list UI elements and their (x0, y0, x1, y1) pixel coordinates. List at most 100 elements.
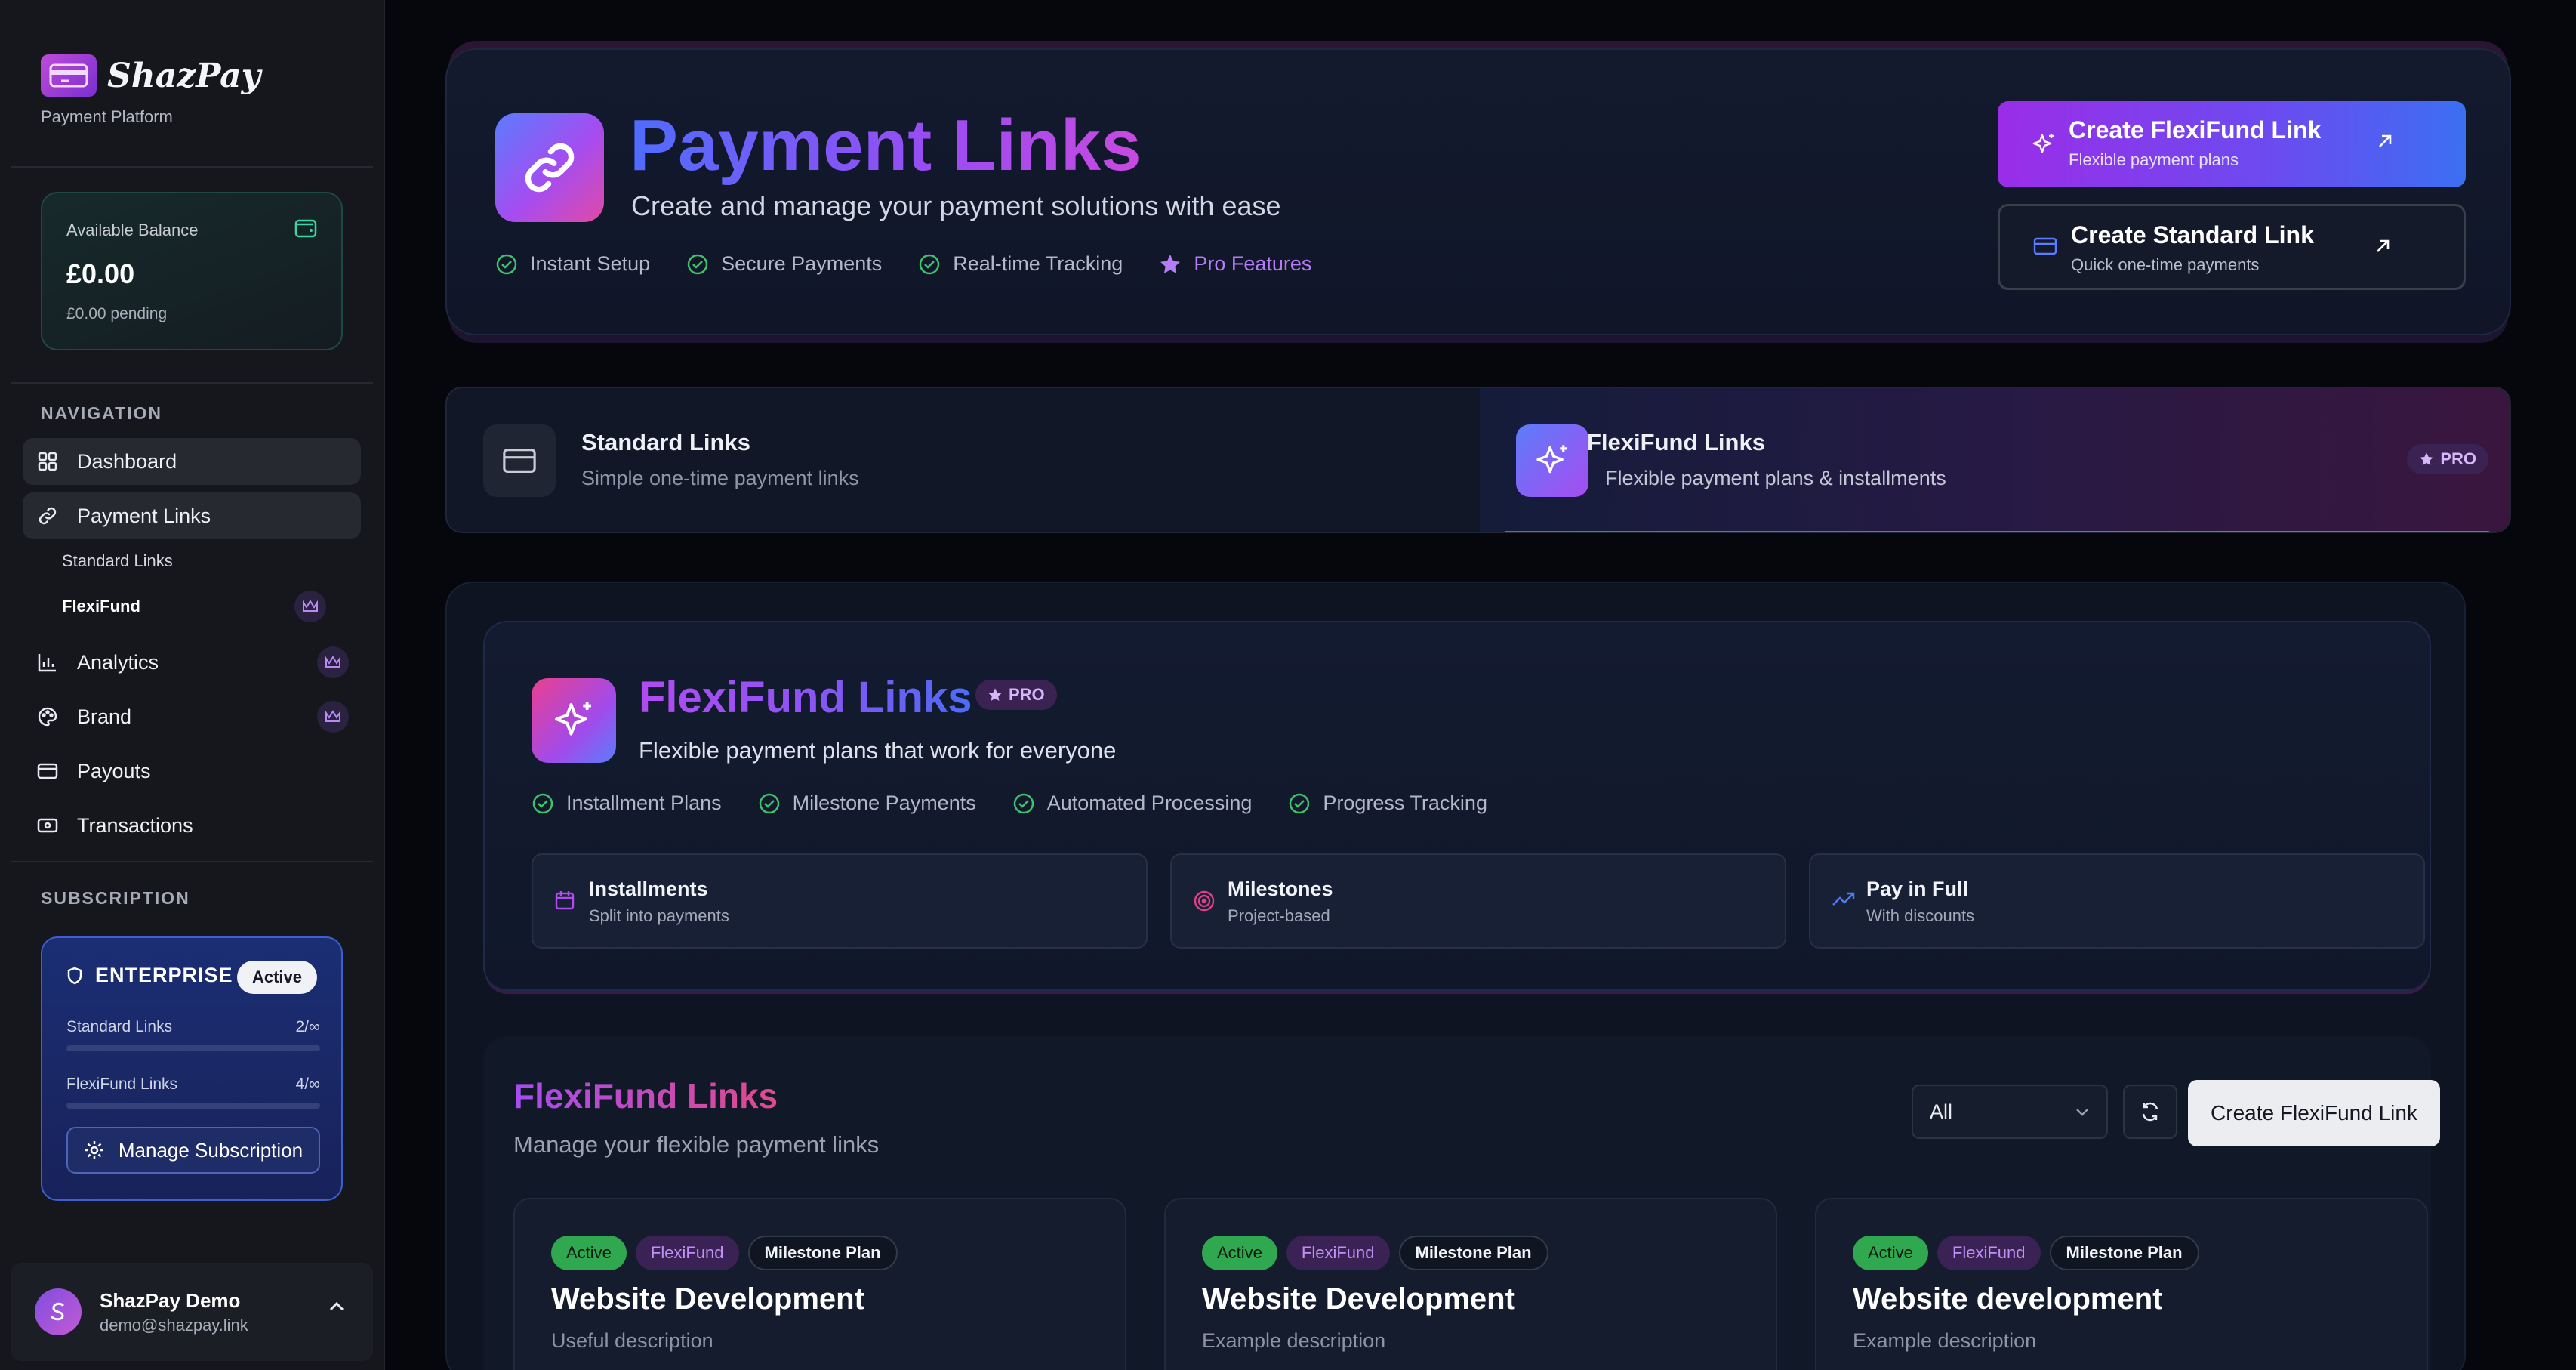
sidebar-item-transactions[interactable]: Transactions (23, 802, 361, 849)
divider (11, 861, 373, 862)
feature-label: Milestone Payments (792, 791, 976, 814)
usage-value: 2/∞ (295, 1018, 320, 1035)
type-badge: FlexiFund (635, 1236, 739, 1270)
page-title: Payment Links (630, 105, 1142, 186)
brand-subtitle: Payment Platform (41, 107, 173, 126)
sidebar-subitem-standard-links[interactable]: Standard Links (62, 551, 173, 571)
list-subtitle: Manage your flexible payment links (513, 1131, 880, 1158)
create-flexifund-title: Create FlexiFund Link (2069, 116, 2322, 143)
list-title: FlexiFund Links (513, 1076, 778, 1115)
link-card-description: Useful description (551, 1329, 713, 1352)
check-circle-icon (496, 254, 517, 274)
option-subtitle: Split into payments (589, 906, 729, 925)
sidebar-item-label: Transactions (77, 813, 193, 837)
create-flexifund-link-button[interactable]: Create FlexiFund Link Flexible payment p… (1998, 101, 2466, 187)
check-circle-icon (1290, 793, 1310, 813)
link-type-tabs: Standard Links Simple one-time payment l… (445, 387, 2511, 533)
sidebar-item-label: Dashboard (77, 449, 177, 473)
create-flexifund-subtitle: Flexible payment plans (2069, 150, 2239, 169)
pro-badge: PRO (2407, 444, 2488, 474)
link-card[interactable]: Active FlexiFund Milestone Plan Website … (513, 1198, 1126, 1370)
create-standard-link-button[interactable]: Create Standard Link Quick one-time paym… (1998, 204, 2466, 290)
grid-icon (36, 450, 59, 473)
tab-flexifund-links[interactable]: FlexiFund Links Flexible payment plans &… (1480, 388, 2510, 532)
star-icon (988, 688, 1002, 701)
crown-icon (294, 591, 326, 622)
link-card-title: Website Development (1202, 1282, 1515, 1316)
link-card[interactable]: Active FlexiFund Milestone Plan Website … (1815, 1198, 2428, 1370)
brand-name: ShazPay (107, 56, 261, 95)
sidebar-item-payouts[interactable]: Payouts (23, 748, 361, 795)
card-icon (483, 424, 556, 497)
status-filter-value: All (1930, 1100, 1953, 1123)
balance-card[interactable]: Available Balance £0.00 £0.00 pending (41, 192, 343, 350)
usage-flexifund-links: FlexiFund Links 4/∞ (66, 1075, 320, 1094)
option-pay-in-full[interactable]: Pay in Full With discounts (1809, 853, 2425, 949)
brand-logo-icon (41, 54, 97, 97)
brand[interactable]: ShazPay (41, 54, 260, 97)
flexifund-title: FlexiFund Links (639, 673, 972, 722)
pro-badge-label: PRO (2440, 449, 2476, 468)
active-tab-indicator (1504, 531, 2490, 532)
feature-item: Milestone Payments (758, 791, 976, 815)
feature-label: Real-time Tracking (953, 252, 1123, 275)
nav-heading: NAVIGATION (41, 403, 162, 423)
feature-list: Instant Setup Secure Payments Real-time … (495, 252, 1348, 276)
flexifund-panel: FlexiFund Links PRO Flexible payment pla… (445, 582, 2466, 1370)
tab-title: FlexiFund Links (1587, 429, 1765, 455)
create-flexifund-link-button-secondary[interactable]: Create FlexiFund Link (2188, 1080, 2440, 1146)
option-title: Milestones (1228, 878, 1333, 900)
sidebar-item-brand[interactable]: Brand (23, 693, 361, 740)
star-icon (2420, 452, 2433, 465)
tab-title: Standard Links (581, 429, 750, 455)
balance-amount: £0.00 (66, 258, 135, 289)
type-badge: FlexiFund (1286, 1236, 1390, 1270)
link-icon (495, 113, 604, 222)
crown-icon (317, 646, 349, 678)
sidebar-item-dashboard[interactable]: Dashboard (23, 438, 361, 485)
pro-badge: PRO (975, 680, 1057, 710)
sidebar-subitem-flexifund[interactable]: FlexiFund (62, 597, 140, 616)
feature-label: Installment Plans (566, 791, 722, 814)
refresh-button[interactable] (2123, 1085, 2177, 1139)
plan-badge: Milestone Plan (2049, 1236, 2199, 1270)
divider (11, 166, 373, 168)
tab-standard-links[interactable]: Standard Links Simple one-time payment l… (447, 388, 1480, 532)
sidebar: ShazPay Payment Platform Available Balan… (0, 0, 385, 1370)
feature-item: Real-time Tracking (918, 252, 1123, 276)
subscription-card: ENTERPRISE Active Standard Links 2/∞ Fle… (41, 936, 343, 1201)
wallet-icon (294, 218, 317, 239)
target-icon (1193, 890, 1216, 912)
chevron-down-icon (2076, 1109, 2088, 1116)
link-card-description: Example description (1202, 1329, 1386, 1352)
user-menu[interactable]: ShazPay Demo demo@shazpay.link (11, 1263, 373, 1361)
feature-item: Automated Processing (1012, 791, 1252, 815)
type-badge: FlexiFund (1937, 1236, 2041, 1270)
status-filter-select[interactable]: All (1912, 1085, 2108, 1139)
balance-pending: £0.00 pending (66, 305, 168, 322)
banknote-icon (36, 814, 59, 837)
link-icon (36, 504, 59, 527)
feature-item: Progress Tracking (1288, 791, 1487, 815)
create-standard-subtitle: Quick one-time payments (2071, 255, 2260, 274)
tab-subtitle: Flexible payment plans & installments (1605, 467, 1946, 489)
feature-item: Instant Setup (495, 252, 650, 276)
palette-icon (36, 705, 59, 728)
option-installments[interactable]: Installments Split into payments (532, 853, 1148, 949)
option-subtitle: Project-based (1228, 906, 1330, 925)
refresh-icon (2142, 1102, 2158, 1122)
option-title: Installments (589, 878, 708, 900)
sidebar-item-label: Brand (77, 705, 132, 728)
sidebar-item-payment-links[interactable]: Payment Links (23, 492, 361, 539)
link-card[interactable]: Active FlexiFund Milestone Plan Website … (1164, 1198, 1777, 1370)
sidebar-item-analytics[interactable]: Analytics (23, 639, 361, 686)
usage-standard-links: Standard Links 2/∞ (66, 1018, 320, 1036)
usage-value: 4/∞ (295, 1075, 320, 1093)
bar-chart-icon (36, 651, 59, 674)
star-icon (1160, 254, 1181, 273)
subscription-heading: SUBSCRIPTION (41, 888, 190, 908)
check-circle-icon (532, 793, 553, 813)
option-milestones[interactable]: Milestones Project-based (1170, 853, 1786, 949)
usage-label: FlexiFund Links (66, 1075, 178, 1093)
manage-subscription-button[interactable]: Manage Subscription (66, 1127, 320, 1174)
